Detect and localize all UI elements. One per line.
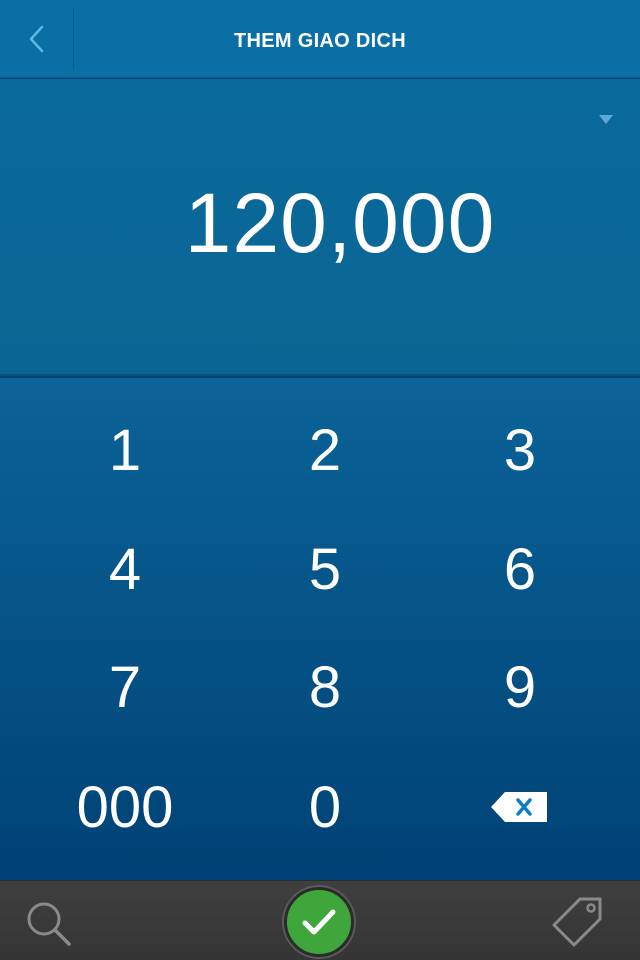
- back-button[interactable]: [0, 0, 74, 78]
- header-bar: THEM GIAO DICH: [0, 0, 640, 78]
- key-3[interactable]: 3: [400, 390, 640, 510]
- tag-button[interactable]: [550, 895, 606, 951]
- amount-value: 120,000: [184, 176, 496, 270]
- page-title: THEM GIAO DICH: [234, 30, 406, 52]
- tag-icon: [552, 897, 602, 947]
- key-5[interactable]: 5: [250, 510, 400, 628]
- checkmark-icon: [302, 909, 336, 935]
- key-0[interactable]: 0: [250, 746, 400, 868]
- currency-dropdown-button[interactable]: [592, 109, 620, 129]
- confirm-button[interactable]: [284, 887, 354, 957]
- caret-down-icon: [599, 115, 613, 124]
- numeric-keypad: 1 2 3 4 5 6 7 8 9 000 0: [0, 378, 640, 880]
- key-9[interactable]: 9: [400, 628, 640, 746]
- key-2[interactable]: 2: [250, 390, 400, 510]
- delete-button[interactable]: [400, 746, 640, 868]
- add-transaction-screen: THEM GIAO DICH 120,000 1 2 3 4 5 6 7 8 9…: [0, 0, 640, 960]
- key-4[interactable]: 4: [0, 510, 250, 628]
- key-6[interactable]: 6: [400, 510, 640, 628]
- key-000[interactable]: 000: [0, 746, 250, 868]
- key-8[interactable]: 8: [250, 628, 400, 746]
- bottom-toolbar: [0, 880, 640, 960]
- key-1[interactable]: 1: [0, 390, 250, 510]
- amount-display: 120,000: [0, 79, 640, 376]
- backspace-icon: [491, 792, 547, 822]
- chevron-left-icon: [29, 25, 44, 53]
- key-7[interactable]: 7: [0, 628, 250, 746]
- search-button[interactable]: [22, 899, 76, 949]
- search-icon: [27, 902, 71, 946]
